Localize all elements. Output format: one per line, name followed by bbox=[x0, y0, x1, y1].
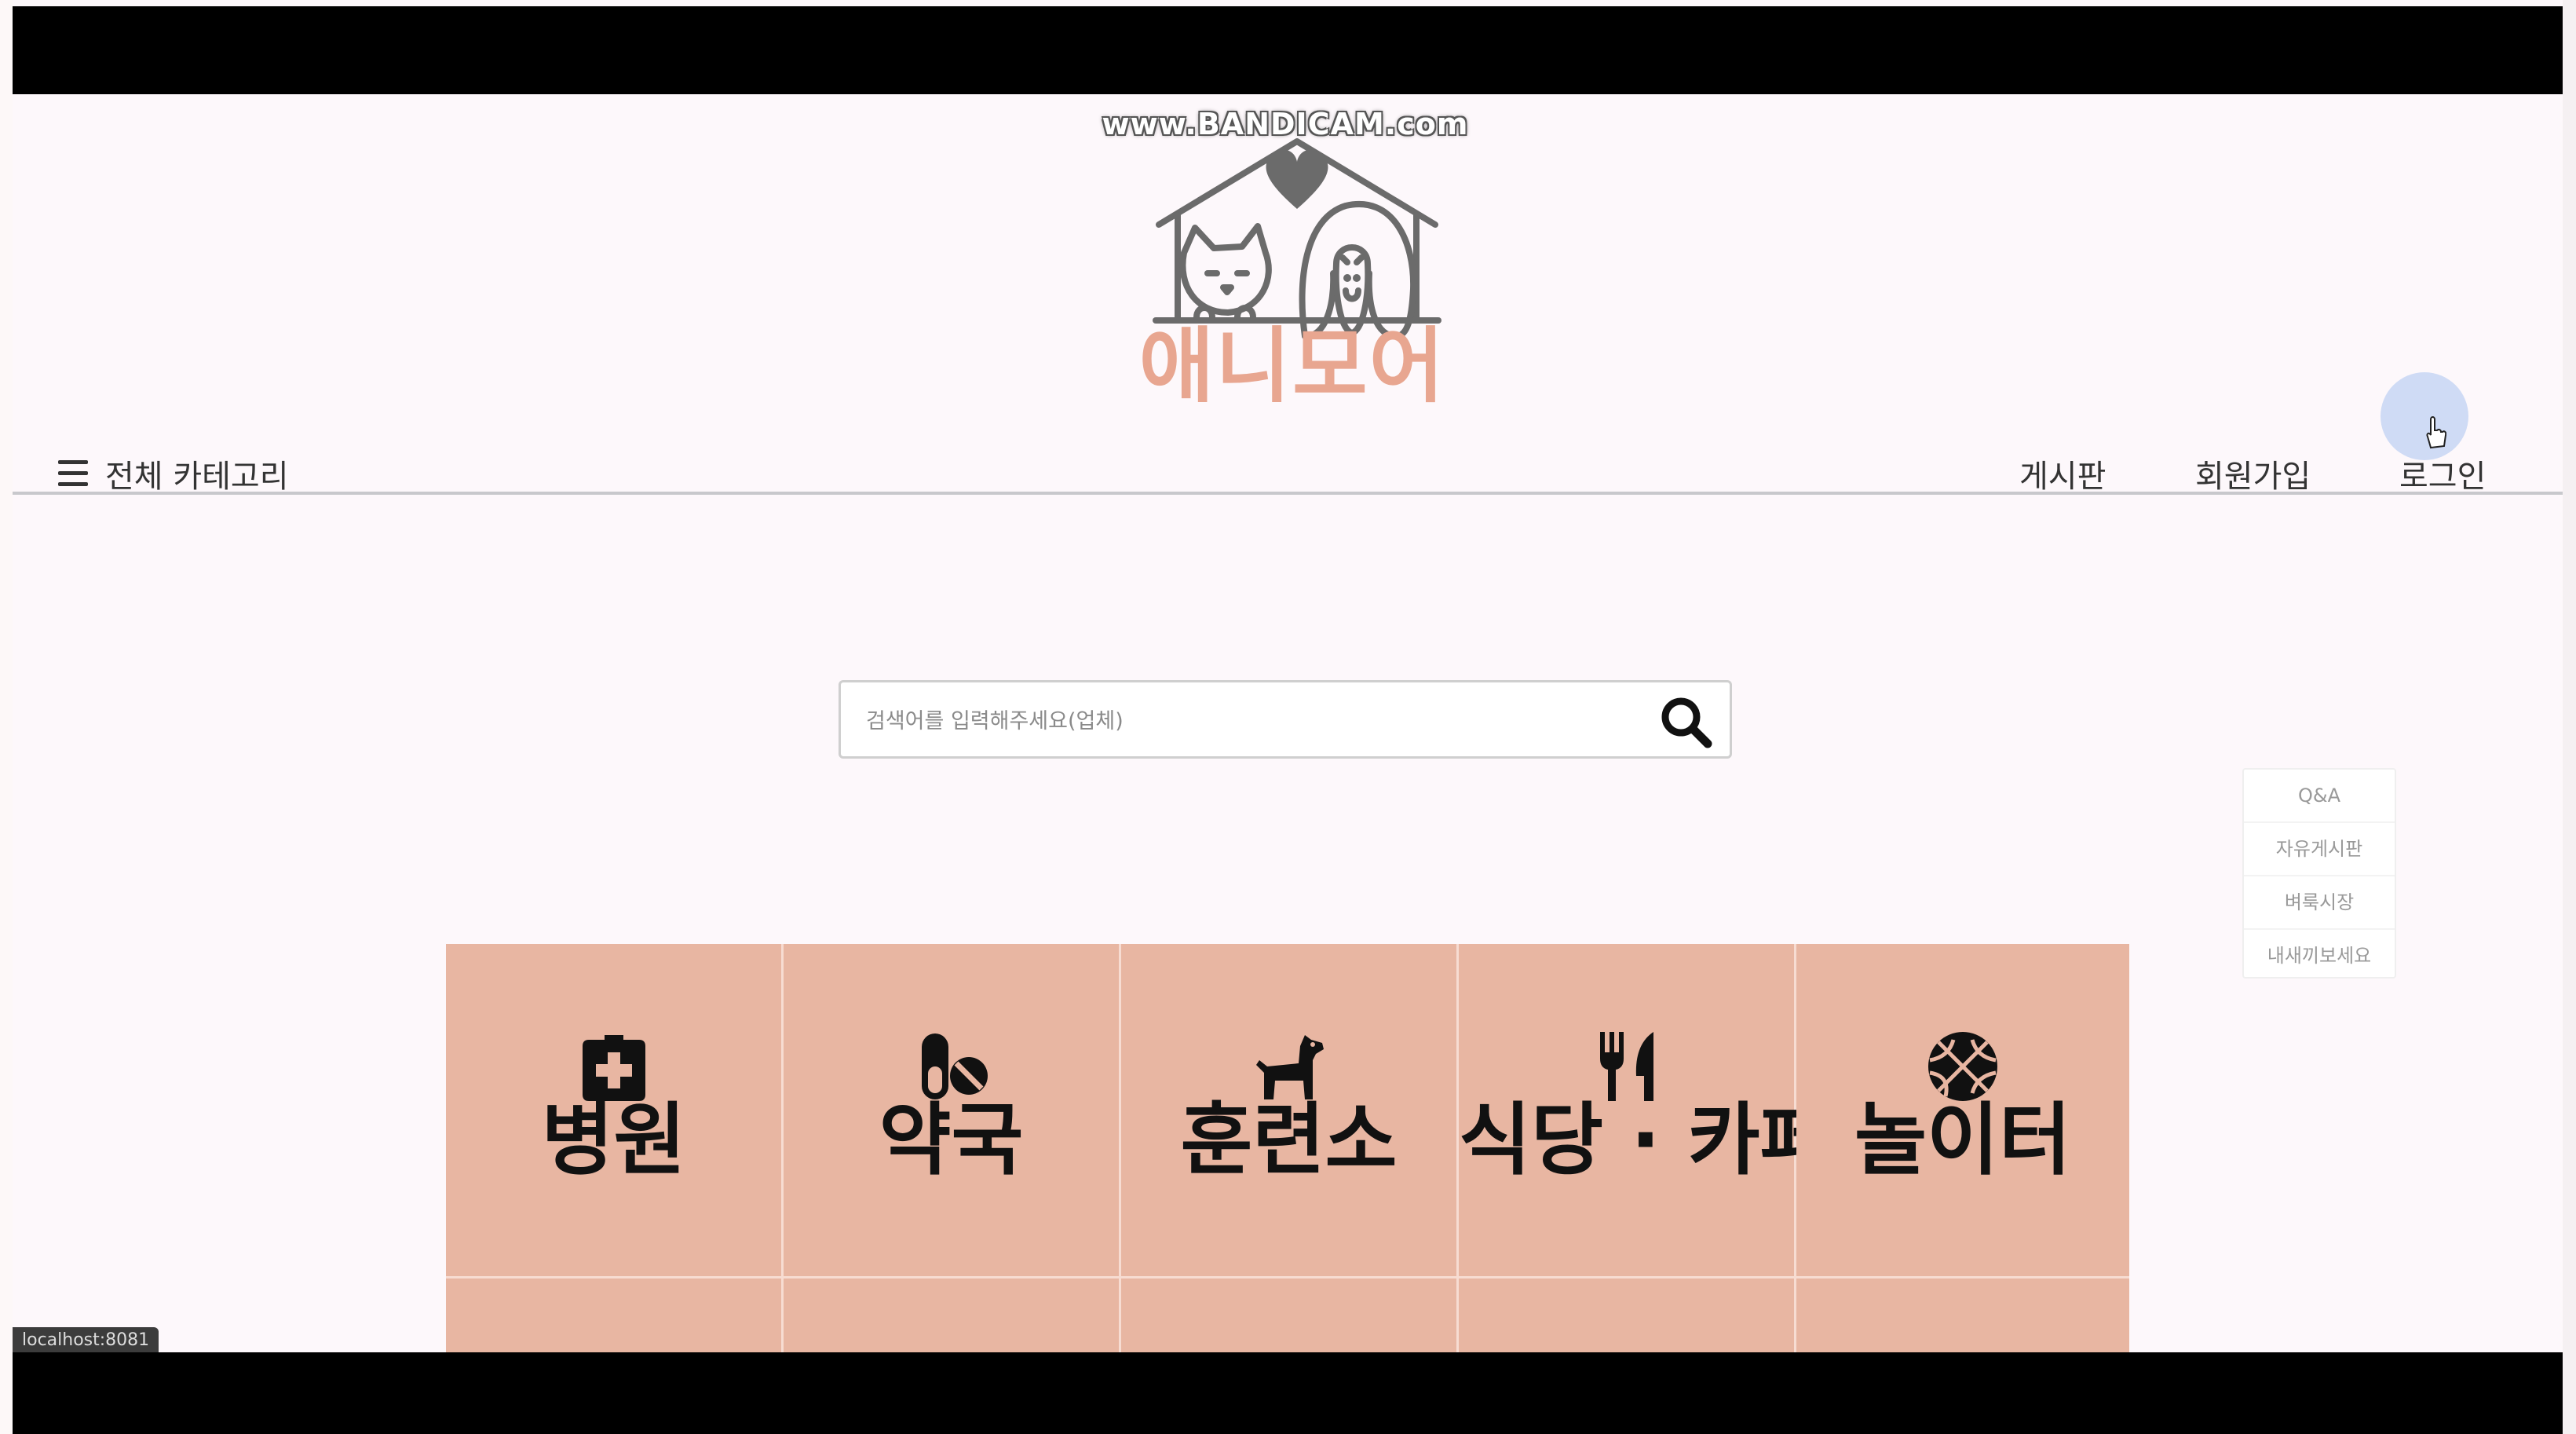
category-grid: 병원 약국 훈련소 식당 · 카페 놀이터 bbox=[446, 944, 2129, 1352]
category-tile-hospital[interactable]: 병원 bbox=[446, 944, 784, 1279]
category-tile-row2[interactable] bbox=[784, 1279, 1121, 1352]
screen-right-edge bbox=[2563, 0, 2576, 1434]
category-tile-row2[interactable] bbox=[1121, 1279, 1459, 1352]
quick-menu-qna[interactable]: Q&A bbox=[2244, 770, 2395, 823]
category-tile-pharmacy[interactable]: 약국 bbox=[784, 944, 1121, 1279]
nav-divider bbox=[13, 492, 2563, 495]
top-navigation: 전체 카테고리 게시판 회원가입 로그인 bbox=[13, 424, 2563, 503]
brand-logo-text[interactable]: 애니모어 bbox=[1127, 319, 1457, 413]
status-bar-url: localhost:8081 bbox=[13, 1327, 159, 1354]
browser-viewport: www.BANDICAM.com 애니모어 전체 카테고리 게시판 회원가입 로… bbox=[13, 94, 2563, 1352]
category-tile-row2[interactable] bbox=[446, 1279, 784, 1352]
category-label: 놀이터 bbox=[1854, 1094, 2071, 1186]
search-icon[interactable] bbox=[1657, 693, 1716, 752]
letterbox-bottom bbox=[13, 1352, 2563, 1434]
hand-pointer-cursor-icon bbox=[2426, 416, 2446, 449]
quick-menu-free-board[interactable]: 자유게시판 bbox=[2244, 823, 2395, 876]
category-label: 약국 bbox=[879, 1094, 1024, 1186]
category-label: 병원 bbox=[541, 1094, 686, 1186]
letterbox-top bbox=[13, 6, 2563, 94]
quick-menu-my-pet[interactable]: 내새끼보세요 bbox=[2244, 930, 2395, 982]
category-label: 훈련소 bbox=[1180, 1094, 1398, 1186]
quick-menu-panel: Q&A 자유게시판 벼룩시장 내새끼보세요 bbox=[2242, 768, 2396, 979]
category-tile-row2[interactable] bbox=[1459, 1279, 1796, 1352]
category-tile-playground[interactable]: 놀이터 bbox=[1796, 944, 2129, 1279]
nav-link-login[interactable]: 로그인 bbox=[2399, 451, 2486, 496]
hamburger-menu-icon[interactable] bbox=[58, 460, 88, 487]
quick-menu-flea-market[interactable]: 벼룩시장 bbox=[2244, 876, 2395, 930]
all-categories-button[interactable]: 전체 카테고리 bbox=[105, 451, 289, 496]
nav-link-signup[interactable]: 회원가입 bbox=[2195, 451, 2311, 496]
search-input[interactable] bbox=[864, 700, 1621, 742]
category-label: 식당 · 카페 bbox=[1459, 1094, 1832, 1186]
nav-link-board[interactable]: 게시판 bbox=[2019, 451, 2106, 496]
category-tile-training[interactable]: 훈련소 bbox=[1121, 944, 1459, 1279]
search-bar bbox=[839, 680, 1732, 759]
screen-left-edge bbox=[0, 0, 13, 1434]
category-tile-row2[interactable] bbox=[1796, 1279, 2129, 1352]
category-tile-restaurant-cafe[interactable]: 식당 · 카페 bbox=[1459, 944, 1832, 1279]
